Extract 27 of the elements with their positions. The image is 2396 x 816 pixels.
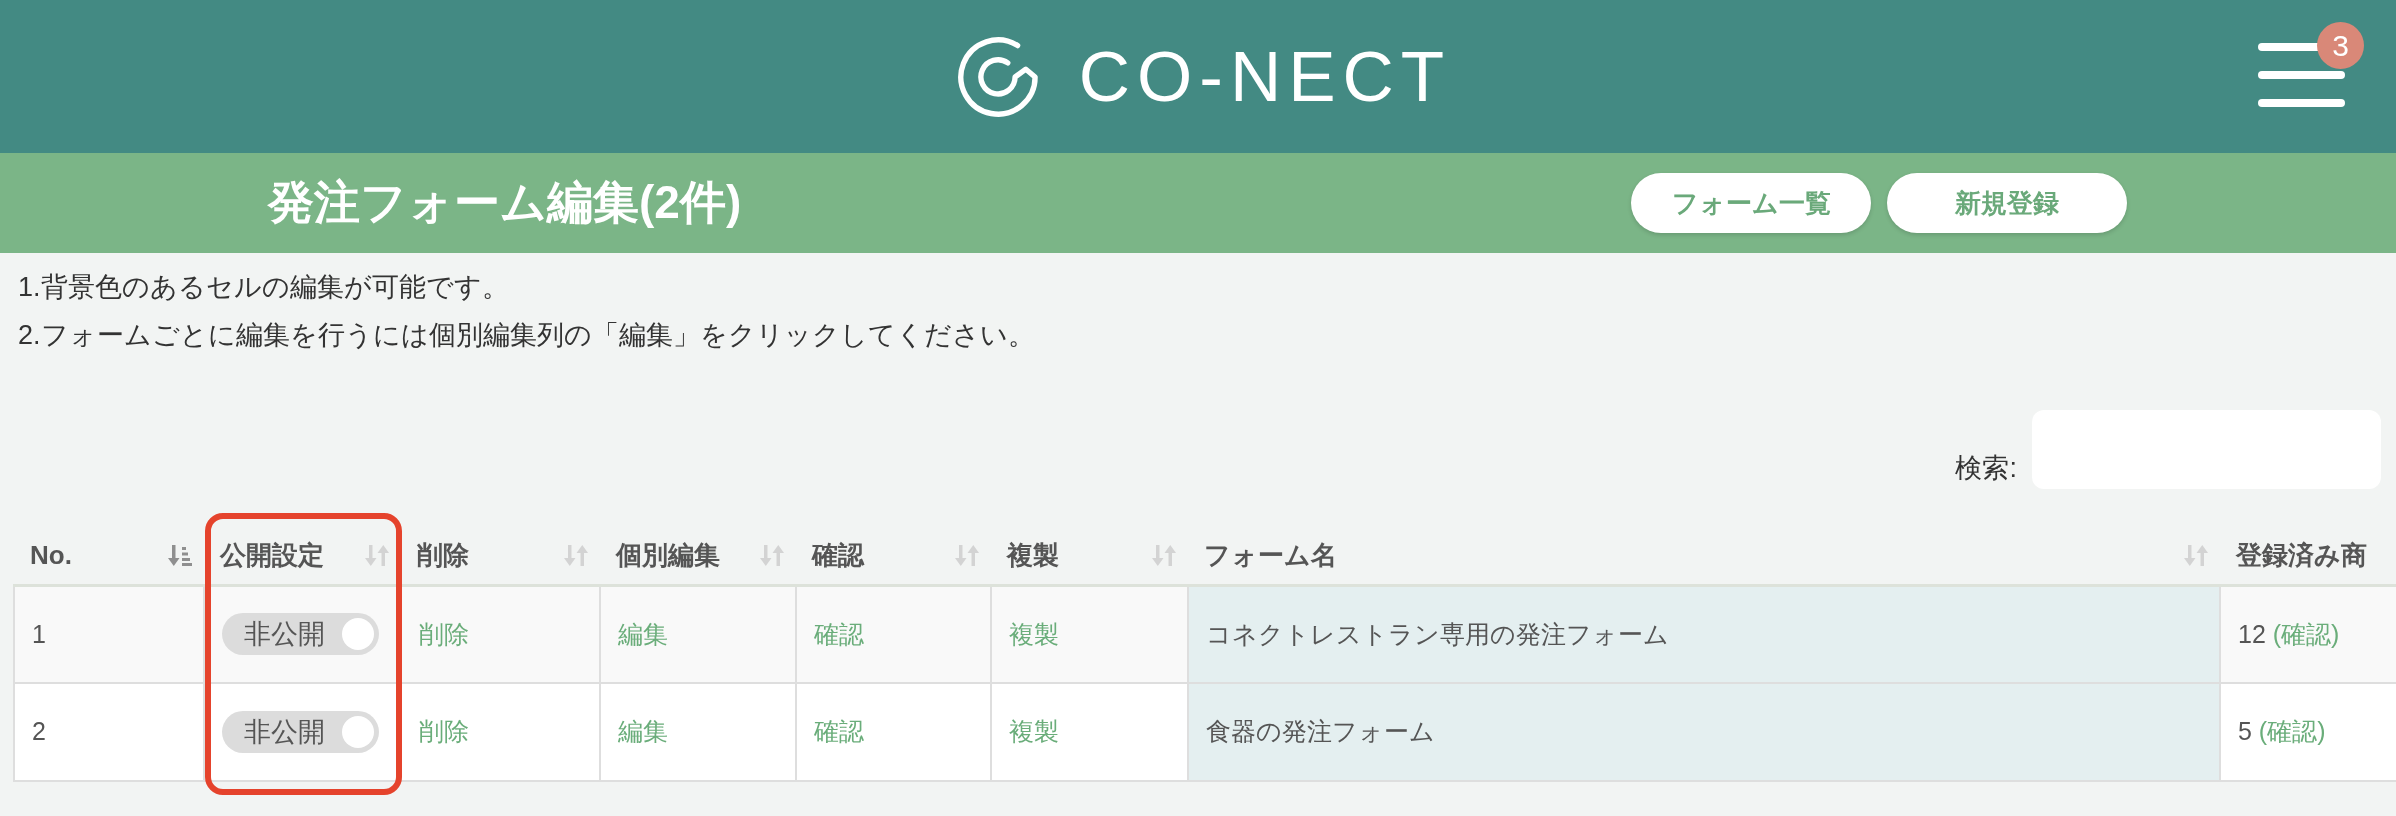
- switch-knob[interactable]: [342, 716, 374, 748]
- sort-icon[interactable]: [564, 542, 588, 568]
- action-button[interactable]: 新規登録: [1887, 173, 2127, 233]
- editable-cell[interactable]: 食器の発注フォーム: [1188, 683, 2220, 781]
- sort-icon[interactable]: [365, 542, 389, 568]
- cell-link[interactable]: 削除: [419, 717, 469, 746]
- page-title: 発注フォーム編集(2件): [268, 175, 742, 231]
- sort-ascending-icon[interactable]: [168, 542, 192, 568]
- visibility-toggle[interactable]: 非公開: [222, 613, 379, 656]
- logo-text: CO-NECT: [1078, 41, 1452, 112]
- cell-link[interactable]: 確認: [814, 717, 864, 746]
- instruction-text: 2.フォームごとに編集を行うには個別編集列の「編集」をクリックしてください。: [18, 319, 1036, 352]
- instruction-text: 1.背景色のあるセルの編集が可能です。: [18, 271, 510, 304]
- switch-knob[interactable]: [342, 618, 374, 651]
- sort-icon[interactable]: [955, 542, 979, 568]
- sort-icon[interactable]: [760, 542, 784, 568]
- notification-badge: 3: [2317, 21, 2364, 69]
- action-button[interactable]: フォーム一覧: [1631, 173, 1871, 233]
- sort-icon[interactable]: [2184, 542, 2208, 568]
- logo-icon: [956, 35, 1039, 118]
- count-text: 5: [2238, 717, 2252, 746]
- sort-icon[interactable]: [1152, 542, 1176, 568]
- visibility-toggle[interactable]: 非公開: [222, 711, 379, 753]
- search-label: 検索:: [1955, 452, 2017, 485]
- count-text: 12: [2238, 619, 2266, 648]
- editable-cell[interactable]: コネクトレストラン専用の発注フォーム: [1188, 585, 2220, 683]
- table-cell: 2: [14, 683, 204, 781]
